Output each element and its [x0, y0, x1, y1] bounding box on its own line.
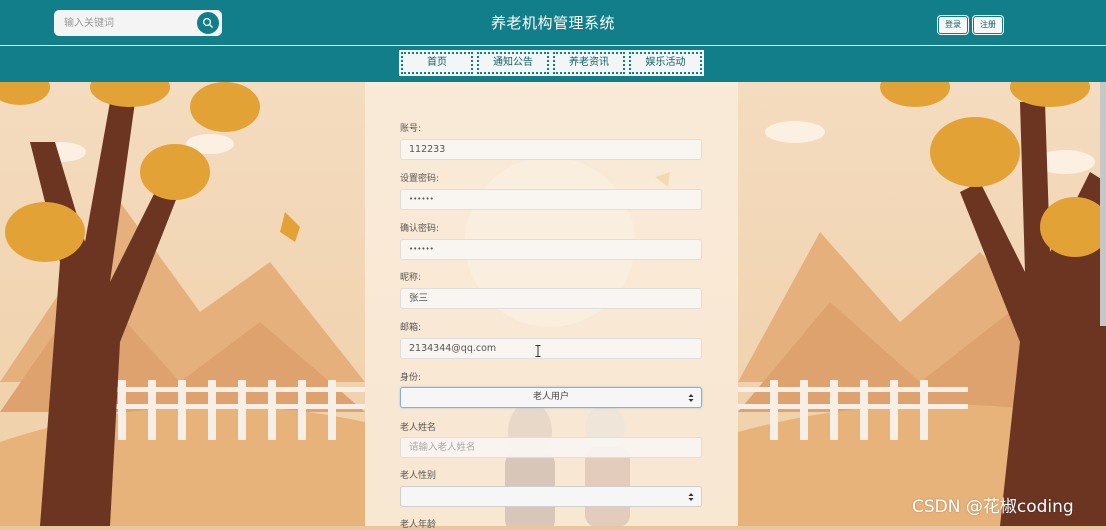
- email-field[interactable]: 2134344@qq.com: [400, 338, 702, 359]
- text-cursor-icon: [535, 345, 541, 357]
- identity-label: 身份:: [400, 373, 422, 383]
- watermark: CSDN @花椒coding: [912, 497, 1074, 517]
- nickname-field[interactable]: 张三: [400, 288, 702, 309]
- nav-item-activities[interactable]: 娱乐活动: [627, 50, 704, 76]
- account-field[interactable]: 112233: [400, 139, 702, 160]
- top-header: 养老机构管理系统 登录 注册: [0, 0, 1106, 46]
- identity-select-value: 老人用户: [532, 392, 569, 402]
- confirm-password-label: 确认密码:: [400, 224, 440, 234]
- password-field[interactable]: ••••••: [400, 189, 702, 210]
- account-label: 账号:: [400, 124, 422, 134]
- page-scrollbar[interactable]: [1100, 82, 1106, 326]
- elder-age-label: 老人年龄: [400, 520, 437, 530]
- confirm-password-field[interactable]: ••••••: [400, 239, 702, 260]
- login-button[interactable]: 登录: [937, 15, 969, 35]
- main-nav: 首页 通知公告 养老资讯 娱乐活动: [0, 46, 1106, 82]
- elder-name-field[interactable]: 请输入老人姓名: [400, 437, 702, 458]
- nav-item-home[interactable]: 首页: [399, 50, 475, 76]
- elder-gender-select[interactable]: [400, 486, 702, 507]
- select-arrows-icon: [688, 493, 694, 501]
- select-arrows-icon: [688, 394, 694, 402]
- register-button[interactable]: 注册: [972, 15, 1004, 35]
- password-label: 设置密码:: [400, 174, 440, 184]
- nickname-label: 昵称:: [400, 273, 422, 283]
- nav-item-notices[interactable]: 通知公告: [475, 50, 551, 76]
- elder-gender-label: 老人性别: [400, 471, 437, 481]
- email-label: 邮箱:: [400, 323, 422, 333]
- elder-name-label: 老人姓名: [400, 423, 437, 433]
- identity-select[interactable]: 老人用户: [400, 387, 702, 408]
- nav-item-news[interactable]: 养老资讯: [551, 50, 627, 76]
